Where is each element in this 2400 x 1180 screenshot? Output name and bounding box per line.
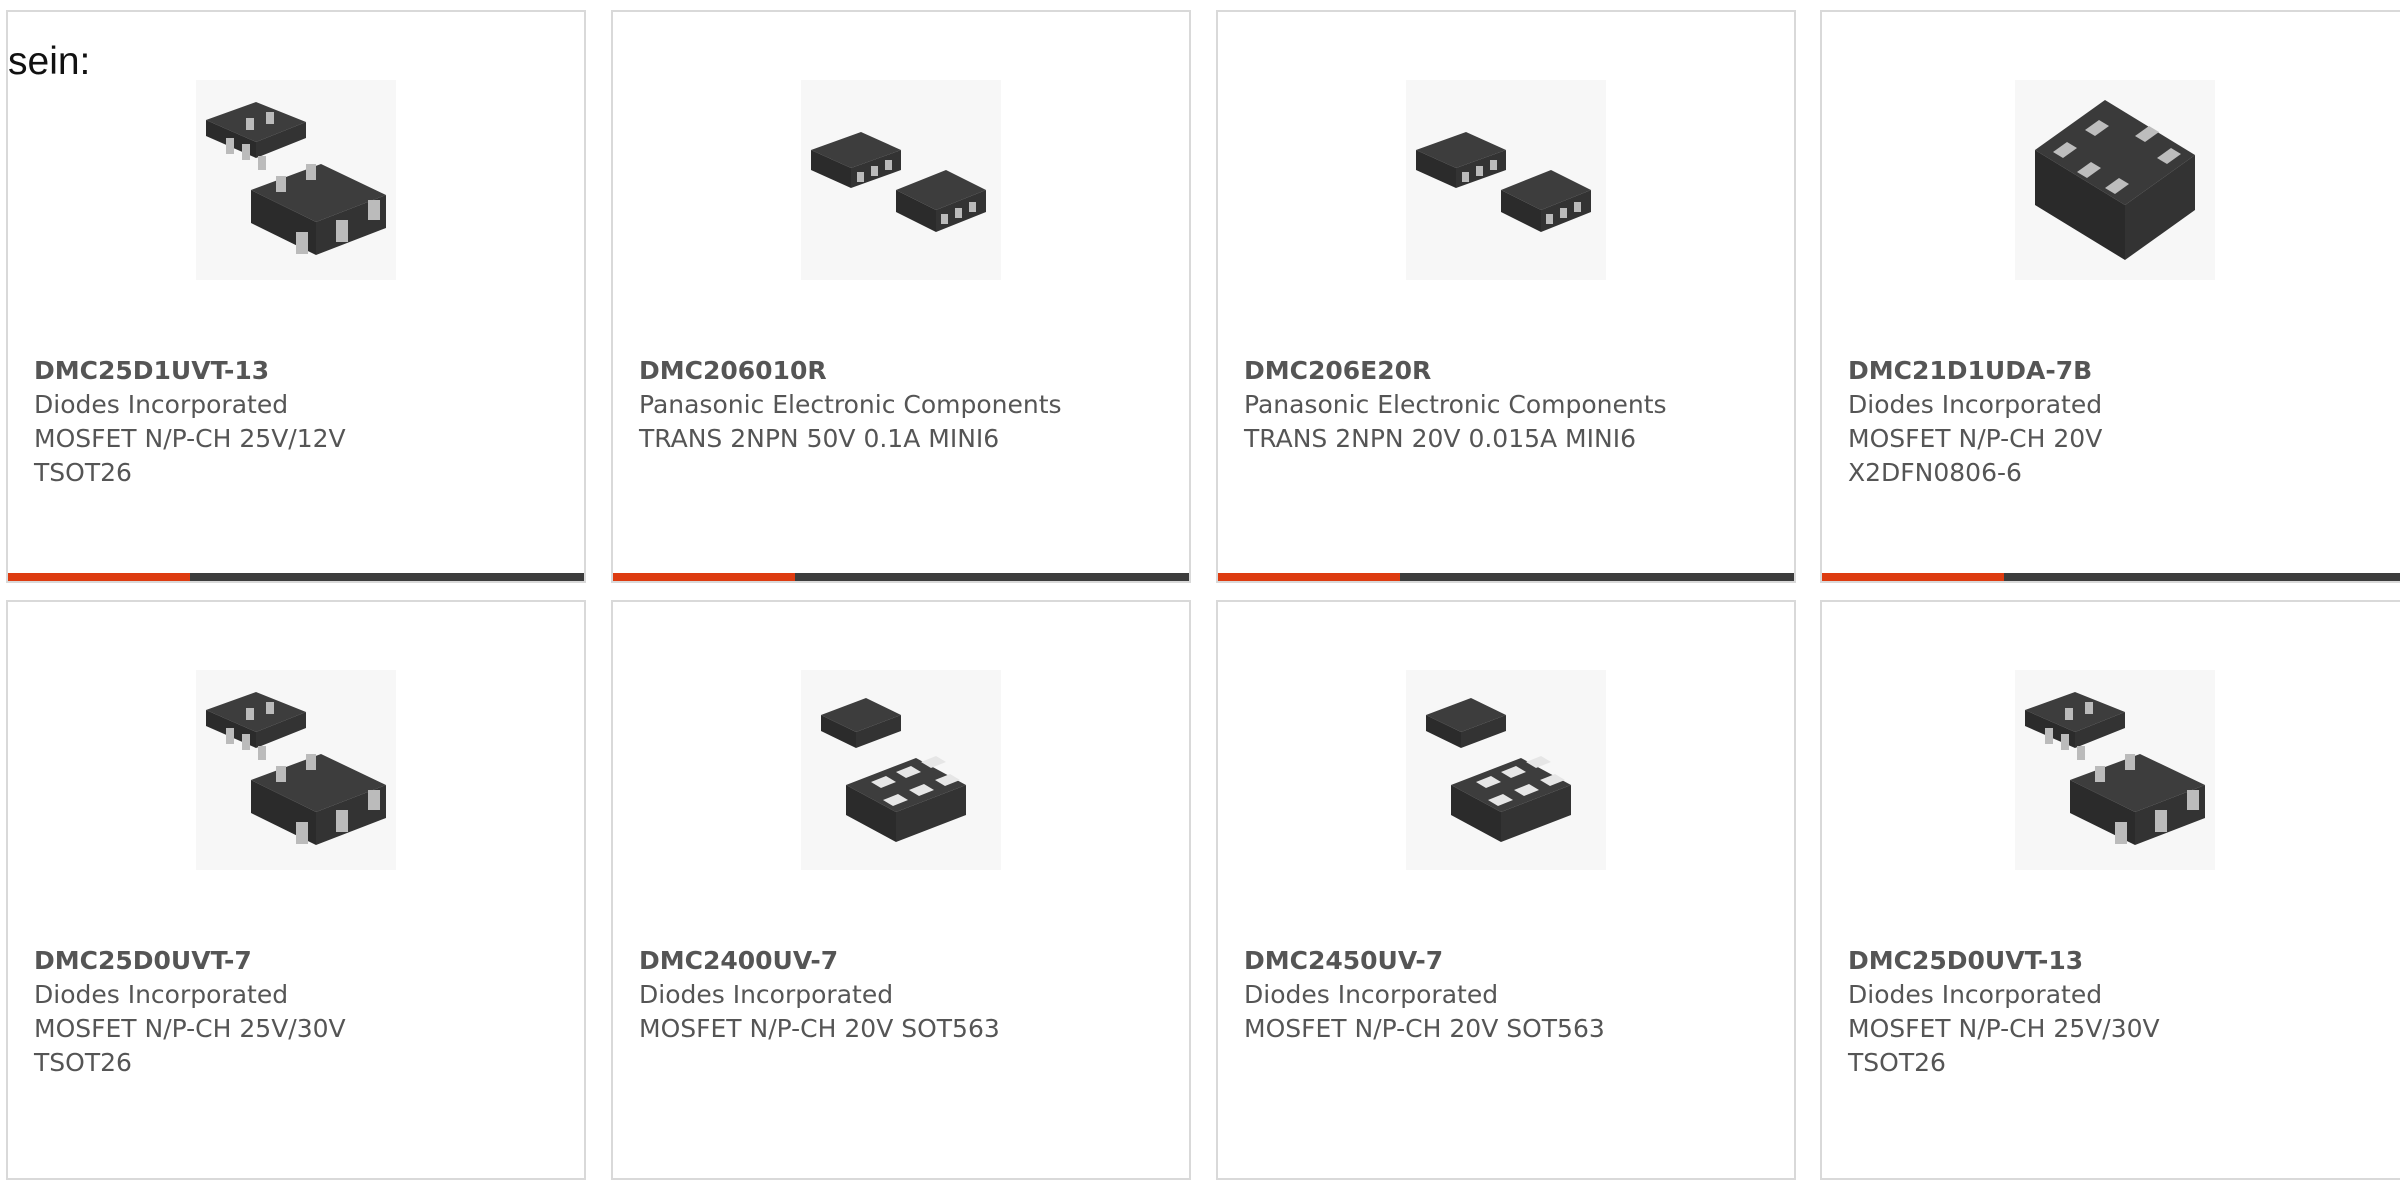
manufacturer: Diodes Incorporated <box>639 980 894 1009</box>
part-number[interactable]: DMC2450UV-7 <box>1244 944 1784 978</box>
description: MOSFET N/P-CH 25V/30V <box>34 1014 346 1043</box>
part-number[interactable]: DMC206E20R <box>1244 354 1784 388</box>
description: MOSFET N/P-CH 20V <box>1848 424 2103 453</box>
product-card[interactable]: DMC25D0UVT-13 Diodes Incorporated MOSFET… <box>1820 600 2400 1180</box>
card-bottom-bar <box>613 573 1189 581</box>
sot563-package-icon[interactable] <box>801 670 1001 870</box>
card-bottom-bar <box>1218 573 1794 581</box>
manufacturer: Diodes Incorporated <box>1848 980 2103 1009</box>
tsot26-package-icon[interactable] <box>196 670 396 870</box>
description-package: X2DFN0806-6 <box>1848 458 2022 487</box>
description: MOSFET N/P-CH 25V/30V <box>1848 1014 2160 1043</box>
description: TRANS 2NPN 50V 0.1A MINI6 <box>639 424 1000 453</box>
description: TRANS 2NPN 20V 0.015A MINI6 <box>1244 424 1636 453</box>
product-card[interactable]: DMC206010R Panasonic Electronic Componen… <box>611 10 1191 583</box>
manufacturer: Diodes Incorporated <box>1848 390 2103 419</box>
product-card[interactable]: DMC2450UV-7 Diodes Incorporated MOSFET N… <box>1216 600 1796 1180</box>
part-number[interactable]: DMC25D1UVT-13 <box>34 354 574 388</box>
product-grid: DMC25D1UVT-13 Diodes Incorporated MOSFET… <box>0 0 2400 1180</box>
card-bottom-bar <box>8 573 584 581</box>
tsot26-package-icon[interactable] <box>2015 670 2215 870</box>
dfn-package-icon[interactable] <box>2015 80 2215 280</box>
intro-text: sein: <box>8 40 91 83</box>
manufacturer: Diodes Incorporated <box>1244 980 1499 1009</box>
description: MOSFET N/P-CH 20V SOT563 <box>639 1014 1000 1043</box>
description-package: TSOT26 <box>34 458 132 487</box>
description: MOSFET N/P-CH 20V SOT563 <box>1244 1014 1605 1043</box>
product-card[interactable]: DMC21D1UDA-7B Diodes Incorporated MOSFET… <box>1820 10 2400 583</box>
card-accent <box>8 573 190 581</box>
product-card[interactable]: DMC25D1UVT-13 Diodes Incorporated MOSFET… <box>6 10 586 583</box>
description-package: TSOT26 <box>34 1048 132 1077</box>
tsot26-package-icon[interactable] <box>196 80 396 280</box>
card-accent <box>613 573 795 581</box>
mini6-package-icon[interactable] <box>801 80 1001 280</box>
product-card[interactable]: DMC25D0UVT-7 Diodes Incorporated MOSFET … <box>6 600 586 1180</box>
card-bottom-bar <box>1822 573 2400 581</box>
manufacturer: Diodes Incorporated <box>34 980 289 1009</box>
description: MOSFET N/P-CH 25V/12V <box>34 424 346 453</box>
part-number[interactable]: DMC25D0UVT-13 <box>1848 944 2398 978</box>
card-accent <box>1218 573 1400 581</box>
mini6-package-icon[interactable] <box>1406 80 1606 280</box>
part-number[interactable]: DMC2400UV-7 <box>639 944 1179 978</box>
product-card[interactable]: DMC2400UV-7 Diodes Incorporated MOSFET N… <box>611 600 1191 1180</box>
manufacturer: Diodes Incorporated <box>34 390 289 419</box>
sot563-package-icon[interactable] <box>1406 670 1606 870</box>
manufacturer: Panasonic Electronic Components <box>1244 390 1667 419</box>
card-accent <box>1822 573 2004 581</box>
product-card[interactable]: DMC206E20R Panasonic Electronic Componen… <box>1216 10 1796 583</box>
part-number[interactable]: DMC206010R <box>639 354 1179 388</box>
manufacturer: Panasonic Electronic Components <box>639 390 1062 419</box>
part-number[interactable]: DMC21D1UDA-7B <box>1848 354 2398 388</box>
part-number[interactable]: DMC25D0UVT-7 <box>34 944 574 978</box>
description-package: TSOT26 <box>1848 1048 1946 1077</box>
